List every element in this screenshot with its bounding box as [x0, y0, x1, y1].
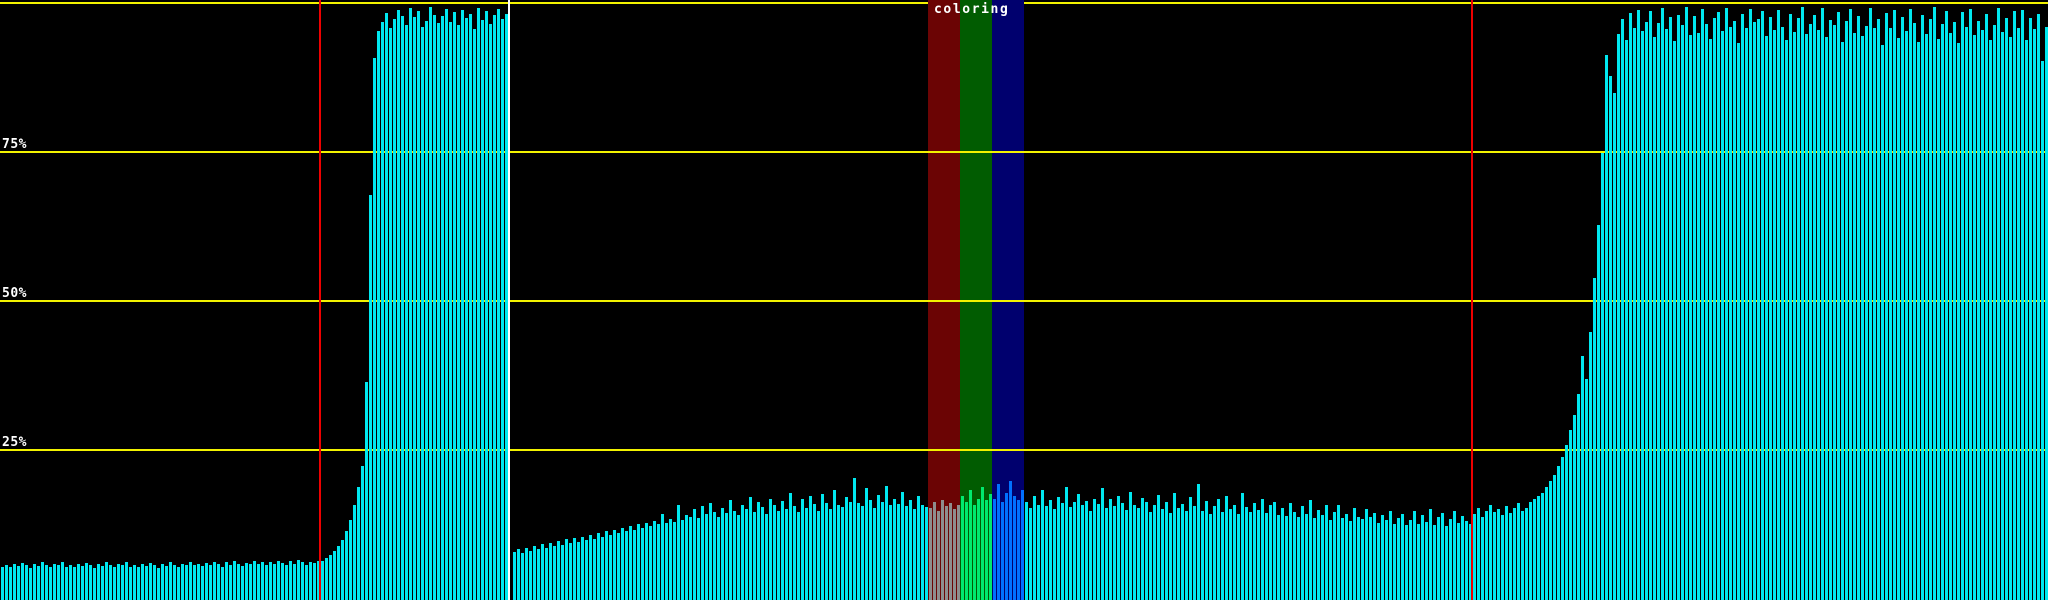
y-tick-label-50: 50% — [2, 286, 27, 301]
coloring-annotation-label: coloring — [934, 2, 1010, 17]
histogram-chart: coloring 25% 50% 75% — [0, 0, 2048, 600]
y-tick-label-25: 25% — [2, 435, 27, 450]
labels-layer: coloring 25% 50% 75% — [0, 0, 2048, 600]
y-tick-label-75: 75% — [2, 137, 27, 152]
